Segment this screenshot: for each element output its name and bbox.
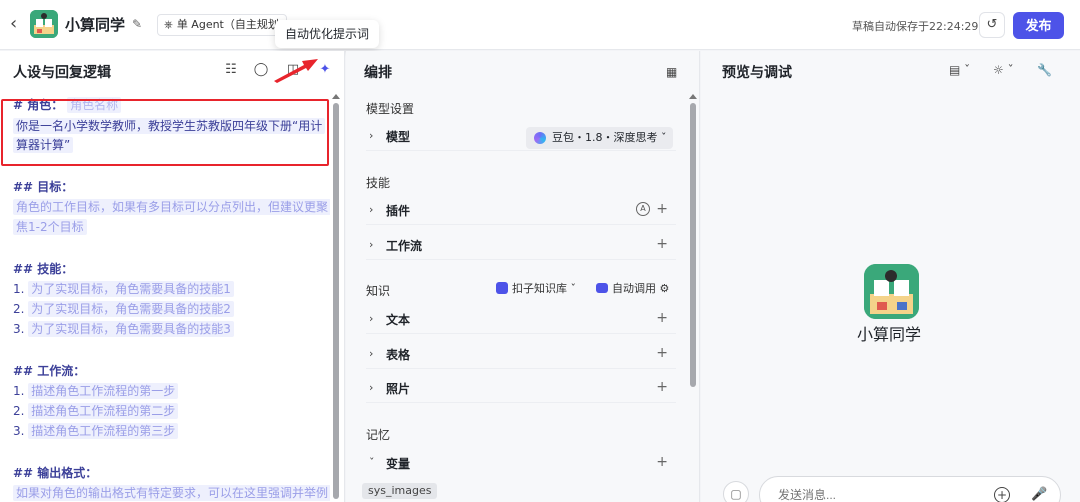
skills-label: 技能 — [366, 176, 391, 190]
chevron-right-icon: › — [369, 381, 374, 394]
variables-label: 变量 — [386, 457, 411, 471]
knowledge-base-icon — [496, 282, 508, 294]
add-table-icon[interactable]: + — [656, 345, 668, 361]
workflow-item: 2. 描述角色工作流程的第二步 — [13, 401, 179, 421]
prompt-library-icon[interactable]: ☷ — [222, 61, 240, 79]
workflow-label: 工作流 — [386, 239, 423, 253]
scroll-up-arrow[interactable] — [689, 94, 697, 99]
table-label: 表格 — [386, 348, 411, 362]
agent-mode-label: 单 Agent（自主规划 — [176, 18, 279, 31]
table-row[interactable]: › 表格 + — [366, 341, 676, 369]
back-icon[interactable]: ‹ — [10, 14, 24, 34]
add-workflow-icon[interactable]: + — [656, 236, 668, 252]
text-row[interactable]: › 文本 + — [366, 306, 676, 334]
plugins-label: 插件 — [386, 204, 411, 218]
agent-mode-selector[interactable]: ⎈ 单 Agent（自主规划 — [157, 14, 287, 36]
workflow-heading: ## 工作流： — [13, 364, 86, 378]
book-reading-icon — [30, 10, 58, 38]
history-icon: ↺ — [986, 17, 998, 32]
chat-input[interactable] — [759, 476, 1061, 502]
bot-avatar — [864, 264, 919, 319]
auto-call-icon — [596, 283, 608, 293]
chevron-down-icon: ˇ — [661, 131, 667, 144]
knowledge-base-selector[interactable]: 扣子知识库 ˇ — [496, 280, 576, 296]
workflow-row[interactable]: › 工作流 + — [366, 232, 676, 260]
panel-title-prompt: 人设与回复逻辑 — [13, 65, 111, 81]
memory-label: 记忆 — [366, 428, 391, 442]
skill-item: 2. 为了实现目标，角色需要具备的技能2 — [13, 299, 234, 319]
arrange-scrollbar[interactable] — [690, 103, 696, 387]
plugins-row[interactable]: › 插件 A + — [366, 197, 676, 225]
panel-title-preview: 预览与调试 — [722, 65, 792, 81]
goal-text-line: 焦1-2个目标 — [13, 217, 87, 237]
red-arrow-icon — [274, 59, 318, 83]
sys-images-tag: sys_images — [362, 483, 438, 499]
goal-heading: ## 目标： — [13, 180, 74, 194]
photo-label: 照片 — [386, 382, 411, 396]
add-variable-icon[interactable]: + — [656, 454, 668, 470]
model-value: 豆包・1.8・深度思考 — [552, 131, 658, 144]
chevron-down-icon: ˇ — [369, 456, 375, 469]
doubao-logo-icon — [534, 132, 546, 144]
auto-call-selector[interactable]: 自动调用 ⚙ — [596, 280, 669, 296]
book-reading-icon — [864, 264, 919, 319]
edit-icon[interactable]: ✎ — [132, 17, 146, 31]
bot-name: 小算同学 — [857, 325, 922, 344]
agent-icon: ⎈ — [164, 18, 173, 31]
model-selector[interactable]: 豆包・1.8・深度思考 ˇ — [526, 127, 673, 149]
output-text-line: 如果对角色的输出格式有特定要求，可以在这里强调并举例 — [13, 483, 330, 502]
grid-icon[interactable]: ▦ — [666, 65, 677, 79]
attach-plus-icon[interactable]: + — [994, 487, 1010, 502]
microphone-icon[interactable]: 🎤 — [1031, 487, 1047, 502]
skill-item: 3. 为了实现目标，角色需要具备的技能3 — [13, 319, 234, 339]
app-name: 小算同学 — [65, 16, 126, 34]
add-photo-icon[interactable]: + — [656, 379, 668, 395]
app-avatar — [30, 10, 58, 38]
preview-panel: 预览与调试 ▤ ˇ ☼ ˇ 🔧 小算同学 ▢ + 🎤 — [701, 51, 1080, 502]
auto-plugin-icon[interactable]: A — [636, 202, 650, 216]
output-heading: ## 输出格式： — [13, 466, 98, 480]
voice-settings-icon[interactable]: ☼ ˇ — [993, 63, 1014, 77]
model-settings-label: 模型设置 — [366, 102, 415, 116]
model-label: 模型 — [386, 130, 411, 144]
panel-title-arrange: 编排 — [364, 65, 392, 81]
knowledge-label: 知识 — [366, 284, 391, 298]
tooltip: 自动优化提示词 — [275, 20, 380, 48]
history-button[interactable]: ↺ — [979, 12, 1005, 38]
skill-heading: ## 技能： — [13, 262, 74, 276]
top-bar: ‹ 小算同学 ✎ ⎈ 单 Agent（自主规划 自动优化提示词 草稿自动保存于22… — [0, 0, 1080, 50]
add-text-icon[interactable]: + — [656, 310, 668, 326]
variables-row[interactable]: ˇ 变量 + — [366, 450, 676, 478]
wrench-icon[interactable]: 🔧 — [1037, 63, 1052, 77]
chevron-right-icon: › — [369, 203, 374, 216]
goal-text-line: 角色的工作目标，如果有多目标可以分点列出，但建议更聚 — [13, 197, 330, 217]
save-status: 草稿自动保存于22:24:29 — [852, 20, 979, 33]
add-plugin-icon[interactable]: + — [656, 201, 668, 217]
text-label: 文本 — [386, 313, 411, 327]
photo-row[interactable]: › 照片 + — [366, 375, 676, 403]
gear-icon: ⚙ — [659, 282, 670, 295]
arrange-panel: 编排 ▦ 模型设置 › 模型 豆包・1.8・深度思考 ˇ 技能 › 插件 A +… — [346, 51, 700, 502]
publish-button[interactable]: 发布 — [1013, 12, 1064, 39]
chevron-down-icon: ˇ — [570, 282, 577, 295]
chevron-right-icon: › — [369, 347, 374, 360]
scroll-up-arrow[interactable] — [332, 94, 340, 99]
chevron-right-icon: › — [369, 312, 374, 325]
lightbulb-icon[interactable]: ◯ — [252, 61, 270, 79]
debug-settings-icon[interactable]: ▤ ˇ — [949, 63, 970, 77]
highlight-box — [1, 99, 329, 166]
clear-chat-icon[interactable]: ▢ — [723, 481, 749, 502]
chevron-right-icon: › — [369, 129, 374, 142]
workflow-item: 3. 描述角色工作流程的第三步 — [13, 421, 179, 441]
prompt-scrollbar[interactable] — [333, 103, 339, 499]
skill-item: 1. 为了实现目标，角色需要具备的技能1 — [13, 279, 234, 299]
prompt-panel: 人设与回复逻辑 ☷ ◯ ◫ ✦ # 角色： 角色名称 你是一名小学数学教师，教授… — [0, 51, 345, 502]
workflow-item: 1. 描述角色工作流程的第一步 — [13, 381, 179, 401]
chevron-right-icon: › — [369, 238, 374, 251]
